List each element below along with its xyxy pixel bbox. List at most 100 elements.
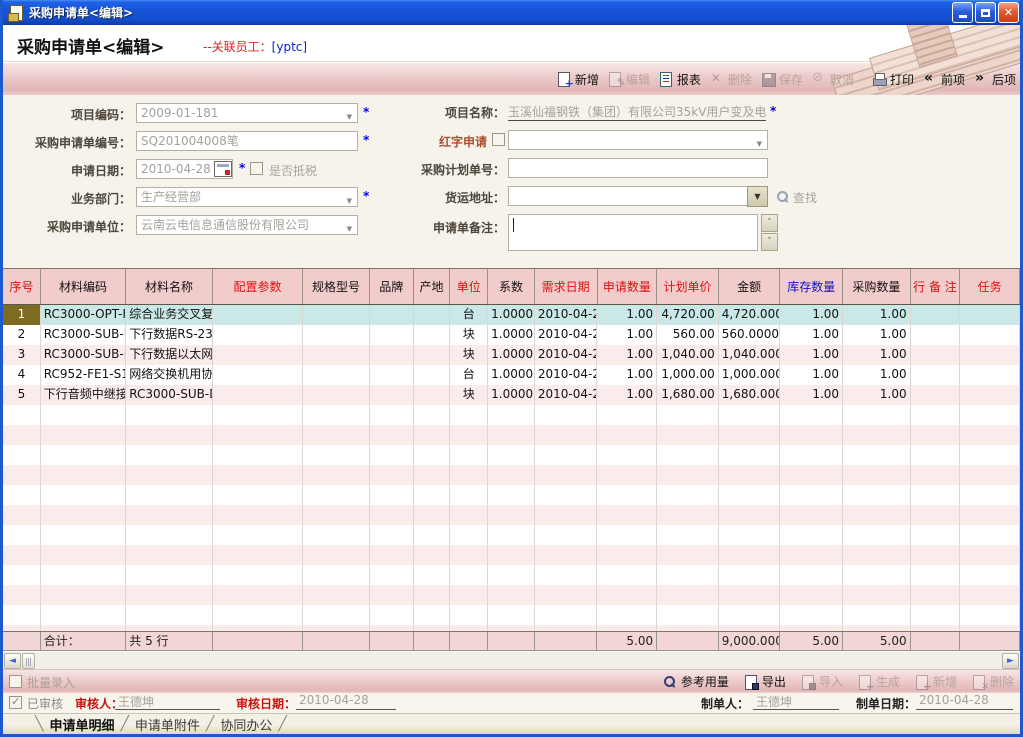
grid-cell[interactable]: 台: [450, 305, 488, 325]
grid-cell[interactable]: 1.00: [597, 305, 657, 325]
grid-cell[interactable]: [960, 365, 1020, 385]
grid-cell[interactable]: 4,720.0000: [719, 305, 781, 325]
grid-cell[interactable]: 560.0000: [719, 325, 781, 345]
grid-cell[interactable]: 下行数据RS-232: [126, 325, 212, 345]
grid-cell[interactable]: [303, 325, 370, 345]
table-row[interactable]: 5下行音频中继接[RC3000-SUB-DO块1.00002010-04-281…: [3, 385, 1020, 405]
grid-cell[interactable]: [213, 345, 303, 365]
grid-cell[interactable]: [370, 365, 414, 385]
grid-cell[interactable]: 1,680.00: [657, 385, 719, 405]
column-header[interactable]: 计划单价: [657, 269, 719, 304]
toolbar-button-print[interactable]: 打印: [872, 71, 914, 88]
tab-申请单明细[interactable]: 申请单明细: [49, 715, 114, 734]
grid-cell[interactable]: 1.00: [843, 365, 911, 385]
grid-cell[interactable]: 1.00: [780, 365, 843, 385]
grid-cell[interactable]: 2: [3, 325, 41, 345]
grid-cell[interactable]: [303, 305, 370, 325]
grid-cell[interactable]: 1.0000: [488, 345, 535, 365]
grid-cell[interactable]: [911, 345, 961, 365]
column-header[interactable]: 规格型号: [303, 269, 370, 304]
grid-cell[interactable]: 网络交换机用协: [126, 365, 212, 385]
table-row[interactable]: 3RC3000-SUB-DETH下行数据以太网块1.00002010-04-28…: [3, 345, 1020, 365]
toolbar-button-ref-usage[interactable]: 参考用量: [663, 673, 729, 690]
remark-textarea[interactable]: [508, 214, 758, 251]
department-select[interactable]: 生产经营部: [136, 187, 358, 207]
grid-cell[interactable]: [414, 325, 451, 345]
grid-cell[interactable]: 1.00: [780, 325, 843, 345]
grid-cell[interactable]: 下行数据以太网: [126, 345, 212, 365]
grid-cell[interactable]: 块: [450, 385, 488, 405]
search-icon[interactable]: [776, 190, 791, 204]
toolbar-button-report[interactable]: 报表: [659, 71, 701, 88]
grid-cell[interactable]: 块: [450, 325, 488, 345]
grid-cell[interactable]: 1.00: [843, 305, 911, 325]
grid-cell[interactable]: 4: [3, 365, 41, 385]
grid-cell[interactable]: [213, 305, 303, 325]
grid-cell[interactable]: 5: [3, 385, 41, 405]
plan-no-input[interactable]: [508, 158, 768, 178]
grid-cell[interactable]: 1.00: [597, 325, 657, 345]
tab-协同办公[interactable]: 协同办公: [220, 715, 272, 734]
grid-cell[interactable]: [370, 325, 414, 345]
column-header[interactable]: 产地: [414, 269, 451, 304]
grid-cell[interactable]: 1.00: [597, 345, 657, 365]
grid-cell[interactable]: 1.00: [597, 385, 657, 405]
spinner-up-icon[interactable]: ˄: [761, 214, 778, 232]
grid-cell[interactable]: 1.00: [780, 345, 843, 365]
column-header[interactable]: 序号: [3, 269, 41, 304]
close-button[interactable]: ✕: [998, 2, 1019, 23]
column-header[interactable]: 系数: [488, 269, 535, 304]
grid-cell[interactable]: [414, 365, 451, 385]
grid-cell[interactable]: [414, 305, 451, 325]
grid-cell[interactable]: [414, 345, 451, 365]
grid-cell[interactable]: 1,040.0000: [719, 345, 781, 365]
grid-cell[interactable]: [370, 305, 414, 325]
grid-cell[interactable]: 2010-04-28: [535, 305, 598, 325]
project-code-select[interactable]: 2009-01-181: [136, 103, 358, 123]
grid-cell[interactable]: [370, 385, 414, 405]
grid-cell[interactable]: [370, 345, 414, 365]
grid-cell[interactable]: 1.0000: [488, 365, 535, 385]
grid-cell[interactable]: 1: [3, 305, 41, 325]
grid-cell[interactable]: 下行音频中继接[: [41, 385, 126, 405]
minimize-button[interactable]: [952, 2, 973, 23]
grid-cell[interactable]: [960, 385, 1020, 405]
grid-cell[interactable]: RC3000-SUB-DO: [126, 385, 212, 405]
grid-cell[interactable]: 3: [3, 345, 41, 365]
calendar-icon[interactable]: [214, 161, 232, 177]
search-link[interactable]: 查找: [793, 189, 817, 206]
toolbar-button-new[interactable]: 新增: [557, 71, 599, 88]
scroll-right-icon[interactable]: ►: [1002, 653, 1019, 669]
red-request-checkbox[interactable]: [492, 133, 505, 146]
column-header[interactable]: 行 备 注: [911, 269, 961, 304]
grid-cell[interactable]: [911, 305, 961, 325]
column-header[interactable]: 采购数量: [843, 269, 911, 304]
grid-cell[interactable]: 台: [450, 365, 488, 385]
grid-cell[interactable]: [911, 385, 961, 405]
ship-address-input[interactable]: [508, 186, 748, 206]
grid-cell[interactable]: 2010-04-28: [535, 365, 598, 385]
grid-cell[interactable]: 4,720.00: [657, 305, 719, 325]
grid-cell[interactable]: 1.0000: [488, 325, 535, 345]
grid-cell[interactable]: 1,680.0000: [719, 385, 781, 405]
scroll-left-icon[interactable]: ◄: [4, 653, 21, 669]
table-row[interactable]: 1RC3000-OPT-FE-S综合业务交叉复.台1.00002010-04-2…: [3, 305, 1020, 325]
toolbar-button-next[interactable]: 后项: [974, 71, 1016, 88]
grid-cell[interactable]: [303, 385, 370, 405]
grid-cell[interactable]: RC3000-OPT-FE-S: [41, 305, 126, 325]
column-header[interactable]: 任务: [960, 269, 1020, 304]
tax-checkbox[interactable]: [250, 162, 263, 175]
grid-cell[interactable]: [213, 325, 303, 345]
grid-cell[interactable]: 1.0000: [488, 305, 535, 325]
table-row[interactable]: 4RC952-FE1-S1+R0网络交换机用协台1.00002010-04-28…: [3, 365, 1020, 385]
column-header[interactable]: 申请数量: [598, 269, 658, 304]
grid-cell[interactable]: [303, 365, 370, 385]
batch-entry-checkbox[interactable]: [9, 675, 22, 688]
grid-cell[interactable]: 560.00: [657, 325, 719, 345]
grid-cell[interactable]: RC3000-SUB-D232: [41, 325, 126, 345]
column-header[interactable]: 金额: [719, 269, 781, 304]
column-header[interactable]: 库存数量: [780, 269, 843, 304]
grid-cell[interactable]: 2010-04-28: [535, 385, 598, 405]
grid-cell[interactable]: 1.00: [843, 345, 911, 365]
grid-cell[interactable]: 1.00: [780, 305, 843, 325]
